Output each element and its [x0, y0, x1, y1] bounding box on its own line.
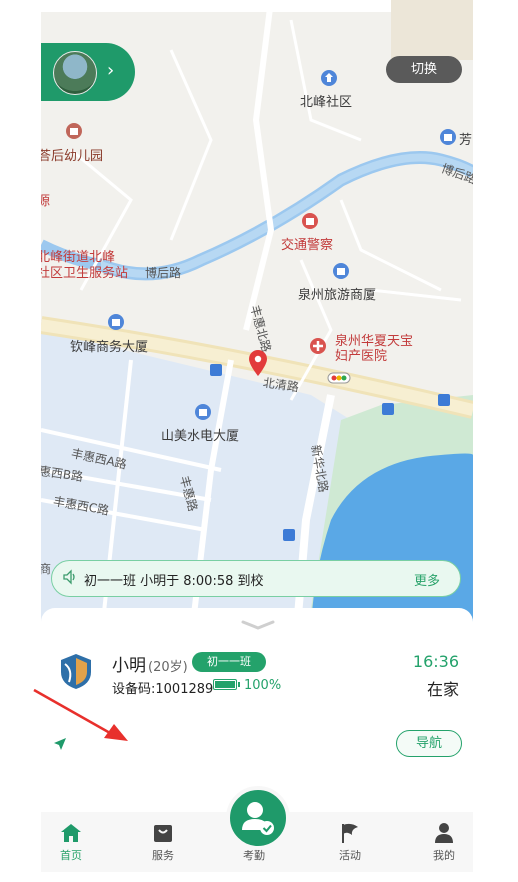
- notice-text: 初一一班 小明于 8:00:58 到校: [84, 574, 264, 589]
- office-pin-icon: [108, 314, 124, 330]
- bus-stop-icon: [210, 364, 222, 376]
- poi-qinfeng-mansion[interactable]: 钦峰商务大厦: [70, 336, 148, 355]
- bus-stop-icon: [382, 403, 394, 415]
- person-icon: [435, 823, 453, 843]
- poi-fang[interactable]: 芳: [459, 129, 472, 148]
- class-badge: 初一一班: [192, 652, 266, 672]
- avatar: [53, 51, 97, 95]
- shopping-bag-icon: [154, 825, 172, 842]
- poi-yuan[interactable]: 源: [41, 190, 50, 209]
- attendance-notice-bar[interactable]: 初一一班 小明于 8:00:58 到校 更多: [51, 560, 461, 597]
- home-icon: [61, 824, 81, 842]
- poi-kindergarten[interactable]: 荅后幼儿园: [41, 145, 103, 164]
- mansion-pin-icon: [333, 263, 349, 279]
- navigate-button[interactable]: 导航: [396, 730, 462, 757]
- tab-service[interactable]: 服务: [133, 812, 193, 872]
- tab-activity[interactable]: 活动: [320, 812, 380, 872]
- location-status: 在家: [426, 680, 459, 699]
- school-logo-icon: [61, 654, 91, 689]
- map-view[interactable]: 北峰社区 荅后幼儿园 芳 交通警察 北峰街道北峰 社区卫生服务站 泉州旅游商厦 …: [41, 0, 473, 640]
- update-time: 16:36: [412, 652, 459, 671]
- traffic-light-icon: [327, 372, 351, 384]
- hospital-pin-icon: [310, 338, 326, 354]
- poi-travel-mansion[interactable]: 泉州旅游商厦: [298, 284, 376, 303]
- speaker-icon: [63, 569, 75, 585]
- locate-arrow-icon[interactable]: [52, 736, 68, 752]
- bus-stop-icon: [438, 394, 450, 406]
- police-pin-icon: [302, 213, 318, 229]
- poi-shanmei-mansion[interactable]: 山美水电大厦: [161, 425, 239, 444]
- bus-stop-icon: [283, 529, 295, 541]
- student-info-sheet: 小明 (20岁) 初一一班 设备码:1001289 100% 16:36 在家 导…: [41, 608, 473, 814]
- tab-me-label: 我的: [433, 849, 455, 862]
- tab-activity-label: 活动: [339, 849, 361, 862]
- battery-fill: [215, 681, 235, 688]
- device-code: 设备码:1001289: [112, 682, 214, 697]
- chevron-right-icon: ›: [107, 60, 115, 81]
- attendance-center-button[interactable]: [226, 786, 290, 850]
- student-name-text: 小明: [112, 656, 146, 676]
- map-switch-button[interactable]: 切换: [386, 56, 462, 83]
- poi-clinic-line2[interactable]: 社区卫生服务站: [41, 262, 128, 281]
- poi-traffic-police[interactable]: 交通警察: [281, 234, 333, 253]
- tab-home[interactable]: 首页: [41, 812, 101, 872]
- community-pin-icon: [321, 70, 337, 86]
- student-name: 小明 (20岁): [112, 651, 188, 676]
- tab-home-label: 首页: [60, 849, 82, 862]
- tab-me[interactable]: 我的: [414, 812, 473, 872]
- tab-service-label: 服务: [152, 849, 174, 862]
- building-pin-icon: [195, 404, 211, 420]
- phone-screen: 北峰社区 荅后幼儿园 芳 交通警察 北峰街道北峰 社区卫生服务站 泉州旅游商厦 …: [41, 0, 473, 872]
- flag-icon: [342, 823, 358, 843]
- battery-icon: [213, 679, 240, 690]
- road-bohou-left: 博后路: [145, 266, 182, 280]
- student-age: (20岁): [148, 660, 188, 675]
- chevron-down-icon[interactable]: [241, 620, 275, 630]
- battery-percent: 100%: [244, 678, 282, 693]
- fang-pin-icon: [440, 129, 456, 145]
- battery-cap: [238, 682, 240, 687]
- notice-more-link[interactable]: 更多: [414, 570, 440, 589]
- poi-hospital-line2[interactable]: 妇产医院: [335, 345, 387, 364]
- location-marker-icon[interactable]: [247, 349, 269, 377]
- poi-beifeng-community[interactable]: 北峰社区: [300, 91, 352, 110]
- school-pin-icon: [66, 123, 82, 139]
- avatar-pill-button[interactable]: ›: [41, 43, 135, 101]
- road-shang: 商: [41, 562, 52, 576]
- user-check-icon: [242, 802, 274, 835]
